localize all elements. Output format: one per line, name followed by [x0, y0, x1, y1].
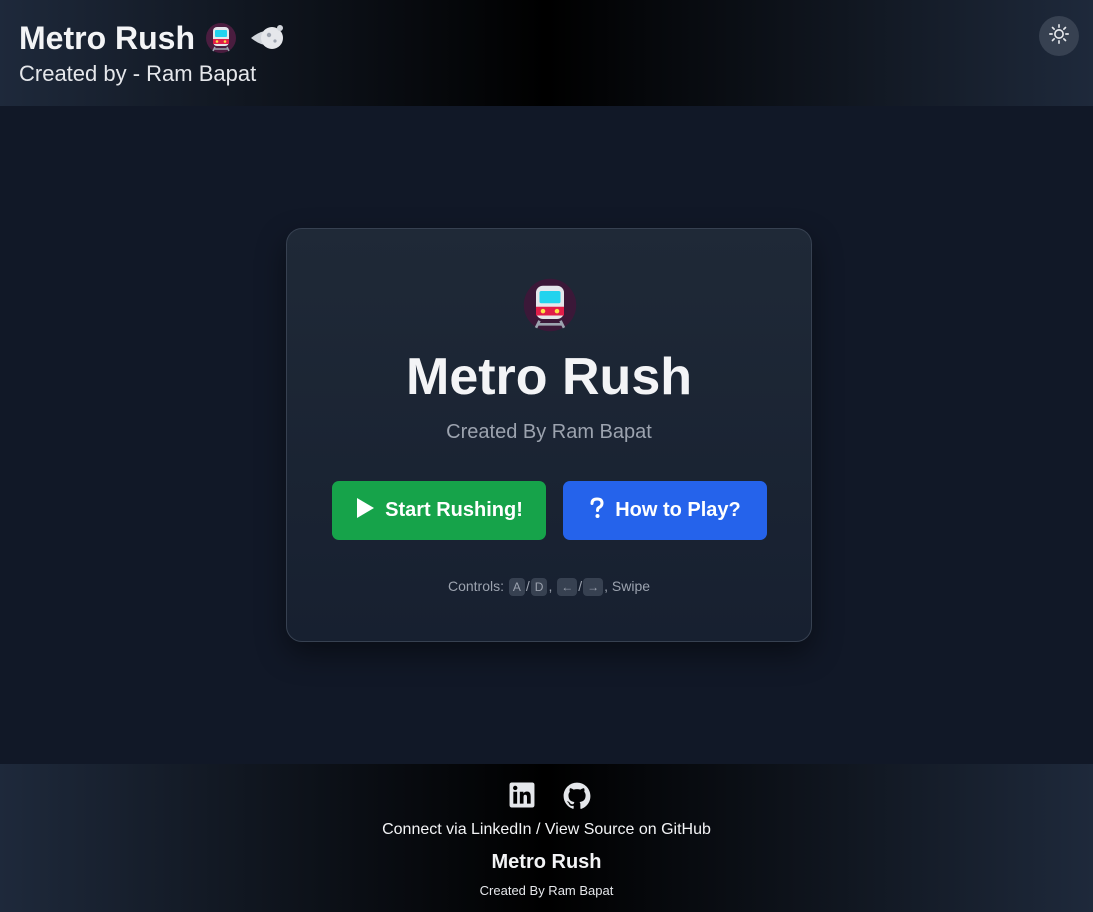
- app-header: Metro Rush Created by - Ram Bapat: [0, 0, 1093, 106]
- github-link[interactable]: View Source on GitHub: [545, 821, 711, 838]
- header-title-row: Metro Rush: [19, 18, 285, 58]
- key-d: D: [530, 578, 548, 596]
- start-card: Metro Rush Created By Ram Bapat Start Ru…: [286, 228, 812, 642]
- how-to-play-label: How to Play?: [615, 499, 741, 521]
- connect-prefix: Connect via: [382, 821, 472, 838]
- sun-icon: [1048, 23, 1070, 50]
- comet-icon: [247, 22, 285, 54]
- controls-suffix: , Swipe: [604, 578, 651, 594]
- connect-separator: /: [531, 821, 545, 838]
- header-title: Metro Rush: [19, 20, 195, 56]
- key-left-arrow: ←: [557, 578, 578, 596]
- social-links: [509, 782, 591, 809]
- controls-hint: Controls: A / D, ← / →, Swipe: [287, 576, 811, 596]
- github-icon[interactable]: [563, 782, 591, 809]
- play-icon: [355, 497, 375, 525]
- start-rushing-button[interactable]: Start Rushing!: [332, 481, 546, 540]
- how-to-play-button[interactable]: How to Play?: [563, 481, 767, 540]
- key-right-arrow: →: [583, 578, 604, 596]
- theme-toggle-button[interactable]: [1039, 16, 1079, 56]
- key-a: A: [508, 578, 525, 596]
- metro-icon: [522, 277, 578, 333]
- start-rushing-label: Start Rushing!: [385, 499, 523, 521]
- controls-prefix: Controls:: [447, 578, 504, 594]
- footer-subtitle: Created By Ram Bapat: [479, 883, 614, 898]
- controls-sep: /: [525, 578, 530, 594]
- linkedin-icon[interactable]: [509, 782, 535, 808]
- footer-title: Metro Rush: [491, 851, 602, 873]
- connect-line: Connect via LinkedIn / View Source on Gi…: [0, 820, 1093, 840]
- controls-sep: /: [578, 578, 583, 594]
- main-area: Metro Rush Created By Ram Bapat Start Ru…: [0, 106, 1093, 764]
- header-subtitle: Created by - Ram Bapat: [19, 61, 257, 86]
- question-icon: [589, 496, 605, 525]
- game-subtitle: Created By Ram Bapat: [446, 421, 652, 443]
- linkedin-link[interactable]: LinkedIn: [471, 821, 532, 838]
- controls-comma: ,: [548, 578, 553, 594]
- game-title: Metro Rush: [406, 348, 692, 406]
- app-footer: Connect via LinkedIn / View Source on Gi…: [0, 764, 1093, 912]
- metro-icon: [205, 22, 237, 54]
